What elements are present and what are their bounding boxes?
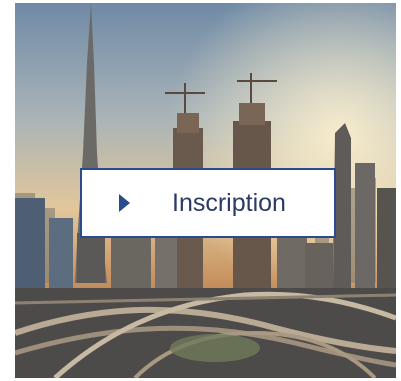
play-triangle-icon [119,194,130,212]
inscription-button[interactable]: Inscription [80,168,336,238]
inscription-button-label: Inscription [172,189,286,217]
page-frame: Inscription [0,0,401,381]
